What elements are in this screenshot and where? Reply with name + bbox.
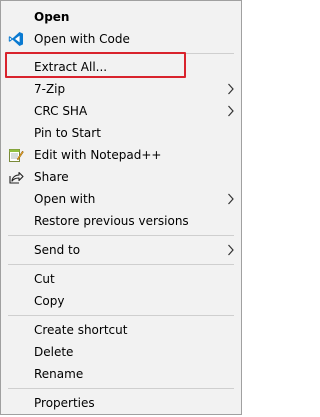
menu-item-open-with[interactable]: Open with xyxy=(1,188,241,210)
menu-item-open-label: Open xyxy=(34,10,70,24)
menu-separator xyxy=(8,315,234,316)
menu-item-share-label: Share xyxy=(34,170,69,184)
menu-item-share[interactable]: Share xyxy=(1,166,241,188)
chevron-right-icon xyxy=(227,192,235,206)
menu-item-open-with-code-label: Open with Code xyxy=(34,32,130,46)
menu-item-open[interactable]: Open xyxy=(1,6,241,28)
menu-separator xyxy=(8,388,234,389)
chevron-right-icon xyxy=(227,243,235,257)
menu-item-create-shortcut[interactable]: Create shortcut xyxy=(1,319,241,341)
menu-separator xyxy=(8,53,234,54)
menu-separator xyxy=(8,264,234,265)
menu-item-7-zip[interactable]: 7-Zip xyxy=(1,78,241,100)
menu-item-pin-to-start-label: Pin to Start xyxy=(34,126,101,140)
menu-item-rename[interactable]: Rename xyxy=(1,363,241,385)
menu-item-pin-to-start[interactable]: Pin to Start xyxy=(1,122,241,144)
menu-item-rename-label: Rename xyxy=(34,367,84,381)
menu-item-delete[interactable]: Delete xyxy=(1,341,241,363)
menu-item-cut-label: Cut xyxy=(34,272,55,286)
menu-item-create-shortcut-label: Create shortcut xyxy=(34,323,128,337)
menu-item-restore-previous-versions-label: Restore previous versions xyxy=(34,214,189,228)
menu-item-cut[interactable]: Cut xyxy=(1,268,241,290)
menu-item-edit-with-notepad-label: Edit with Notepad++ xyxy=(34,148,162,162)
menu-item-properties[interactable]: Properties xyxy=(1,392,241,414)
menu-item-copy[interactable]: Copy xyxy=(1,290,241,312)
share-icon xyxy=(8,169,24,185)
menu-item-crc-sha-label: CRC SHA xyxy=(34,104,88,118)
menu-item-open-with-code[interactable]: Open with Code xyxy=(1,28,241,50)
menu-item-send-to-label: Send to xyxy=(34,243,81,257)
menu-item-7-zip-label: 7-Zip xyxy=(34,82,66,96)
menu-item-restore-previous-versions[interactable]: Restore previous versions xyxy=(1,210,241,232)
menu-item-open-with-label: Open with xyxy=(34,192,96,206)
chevron-right-icon xyxy=(227,82,235,96)
menu-item-send-to[interactable]: Send to xyxy=(1,239,241,261)
menu-separator xyxy=(8,235,234,236)
vscode-icon xyxy=(8,31,24,47)
menu-item-extract-all-label: Extract All... xyxy=(34,60,108,74)
menu-item-edit-with-notepad[interactable]: Edit with Notepad++ xyxy=(1,144,241,166)
menu-item-extract-all[interactable]: Extract All... xyxy=(1,56,241,78)
menu-item-delete-label: Delete xyxy=(34,345,74,359)
menu-item-crc-sha[interactable]: CRC SHA xyxy=(1,100,241,122)
context-menu: Open Open with Code Extract All... 7-Zip… xyxy=(0,0,242,415)
menu-item-properties-label: Properties xyxy=(34,396,95,410)
menu-item-copy-label: Copy xyxy=(34,294,65,308)
chevron-right-icon xyxy=(227,104,235,118)
notepad-plus-plus-icon xyxy=(8,147,24,163)
